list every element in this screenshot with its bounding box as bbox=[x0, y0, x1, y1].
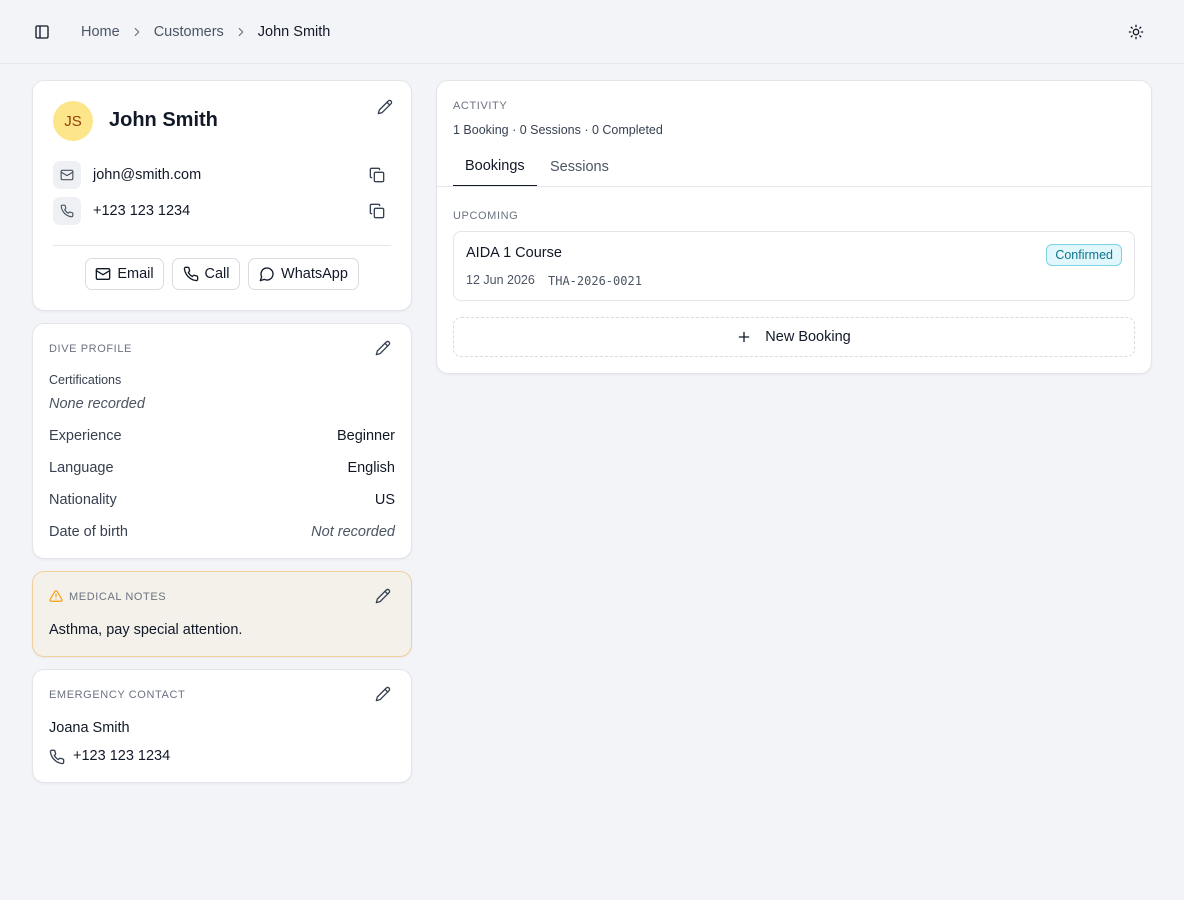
chevron-right-icon bbox=[120, 25, 154, 39]
upcoming-label: Upcoming bbox=[453, 210, 519, 222]
field-row-date-of-birth: Date of birth Not recorded bbox=[49, 524, 395, 544]
medical-notes-title: Medical Notes bbox=[69, 591, 167, 603]
new-booking-label: New Booking bbox=[765, 329, 851, 345]
alert-triangle-icon bbox=[49, 590, 63, 602]
copy-icon bbox=[369, 203, 385, 219]
emergency-contact-name: Joana Smith bbox=[49, 720, 130, 736]
edit-profile-button[interactable] bbox=[375, 97, 395, 117]
medical-notes-text: Asthma, pay special attention. bbox=[49, 622, 243, 638]
email-button[interactable]: Email bbox=[85, 258, 164, 290]
tab-sessions[interactable]: Sessions bbox=[538, 147, 621, 187]
email-row: john@smith.com bbox=[53, 161, 393, 189]
field-value: English bbox=[347, 460, 395, 476]
copy-phone-button[interactable] bbox=[367, 201, 387, 221]
certifications-label: Certifications bbox=[49, 373, 122, 387]
phone-text: +123 123 1234 bbox=[93, 203, 191, 219]
email-text: john@smith.com bbox=[93, 167, 202, 183]
customer-profile-card: JS John Smith john@smith.com +123 123 12… bbox=[32, 80, 412, 311]
field-row-language: Language English bbox=[49, 460, 395, 480]
pencil-icon bbox=[375, 340, 391, 356]
medical-notes-card: Medical Notes Asthma, pay special attent… bbox=[32, 571, 412, 657]
booking-card[interactable]: AIDA 1 Course Confirmed 12 Jun 2026 THA-… bbox=[453, 231, 1135, 301]
field-value: Not recorded bbox=[311, 524, 395, 540]
tab-bookings[interactable]: Bookings bbox=[453, 147, 537, 187]
field-label: Experience bbox=[49, 428, 122, 444]
pencil-icon bbox=[375, 686, 391, 702]
field-label: Language bbox=[49, 460, 114, 476]
email-button-label: Email bbox=[117, 266, 154, 282]
phone-icon bbox=[49, 749, 65, 765]
edit-emergency-contact-button[interactable] bbox=[373, 684, 393, 704]
certifications-value: None recorded bbox=[49, 396, 145, 412]
phone-row: +123 123 1234 bbox=[53, 197, 393, 225]
tabs-divider bbox=[437, 186, 1151, 187]
field-value: Beginner bbox=[336, 428, 395, 444]
status-badge: Confirmed bbox=[1046, 244, 1122, 266]
field-label: Nationality bbox=[49, 492, 117, 508]
field-row-experience: Experience Beginner bbox=[49, 428, 395, 448]
call-button-label: Call bbox=[204, 266, 230, 282]
booking-date: 12 Jun 2026 bbox=[466, 273, 535, 287]
customer-name: John Smith bbox=[109, 109, 218, 131]
activity-title: Activity bbox=[453, 100, 508, 112]
chevron-right-icon bbox=[224, 25, 258, 39]
booking-reference: THA-2026-0021 bbox=[548, 274, 642, 288]
new-booking-button[interactable]: New Booking bbox=[453, 317, 1135, 357]
activity-card: Activity 1 Booking · 0 Sessions · 0 Comp… bbox=[436, 80, 1152, 374]
mail-icon bbox=[53, 161, 81, 189]
activity-summary: 1 Booking · 0 Sessions · 0 Completed bbox=[453, 123, 663, 137]
message-circle-icon bbox=[259, 267, 274, 282]
mail-icon bbox=[96, 268, 111, 280]
breadcrumb: Home Customers John Smith bbox=[81, 22, 330, 42]
plus-icon bbox=[738, 331, 750, 343]
top-bar: Home Customers John Smith bbox=[0, 0, 1184, 64]
phone-icon bbox=[183, 266, 198, 282]
edit-dive-profile-button[interactable] bbox=[373, 338, 393, 358]
breadcrumb-customers[interactable]: Customers bbox=[154, 24, 224, 40]
whatsapp-button[interactable]: WhatsApp bbox=[248, 258, 359, 290]
whatsapp-button-label: WhatsApp bbox=[281, 266, 348, 282]
field-label: Date of birth bbox=[49, 524, 128, 540]
dive-profile-card: Dive Profile Certifications None recorde… bbox=[32, 323, 412, 559]
emergency-contact-phone[interactable]: +123 123 1234 bbox=[73, 748, 170, 764]
pencil-icon bbox=[377, 99, 393, 115]
copy-icon bbox=[369, 167, 385, 183]
phone-icon bbox=[53, 197, 81, 225]
divider bbox=[53, 245, 391, 246]
call-button[interactable]: Call bbox=[172, 258, 240, 290]
panel-left-icon bbox=[35, 25, 49, 39]
emergency-contact-card: Emergency Contact Joana Smith +123 123 1… bbox=[32, 669, 412, 783]
copy-email-button[interactable] bbox=[367, 165, 387, 185]
booking-title: AIDA 1 Course bbox=[466, 245, 562, 261]
field-value: US bbox=[374, 492, 395, 508]
dive-profile-title: Dive Profile bbox=[49, 343, 132, 355]
field-row-nationality: Nationality US bbox=[49, 492, 395, 512]
edit-medical-notes-button[interactable] bbox=[373, 586, 393, 606]
theme-toggle-button[interactable] bbox=[1126, 22, 1146, 42]
emergency-contact-title: Emergency Contact bbox=[49, 689, 186, 701]
pencil-icon bbox=[375, 588, 391, 604]
breadcrumb-current: John Smith bbox=[257, 24, 331, 40]
breadcrumb-home[interactable]: Home bbox=[81, 24, 120, 40]
sun-icon bbox=[1128, 24, 1144, 40]
sidebar-toggle-button[interactable] bbox=[32, 22, 52, 42]
avatar: JS bbox=[53, 101, 93, 141]
